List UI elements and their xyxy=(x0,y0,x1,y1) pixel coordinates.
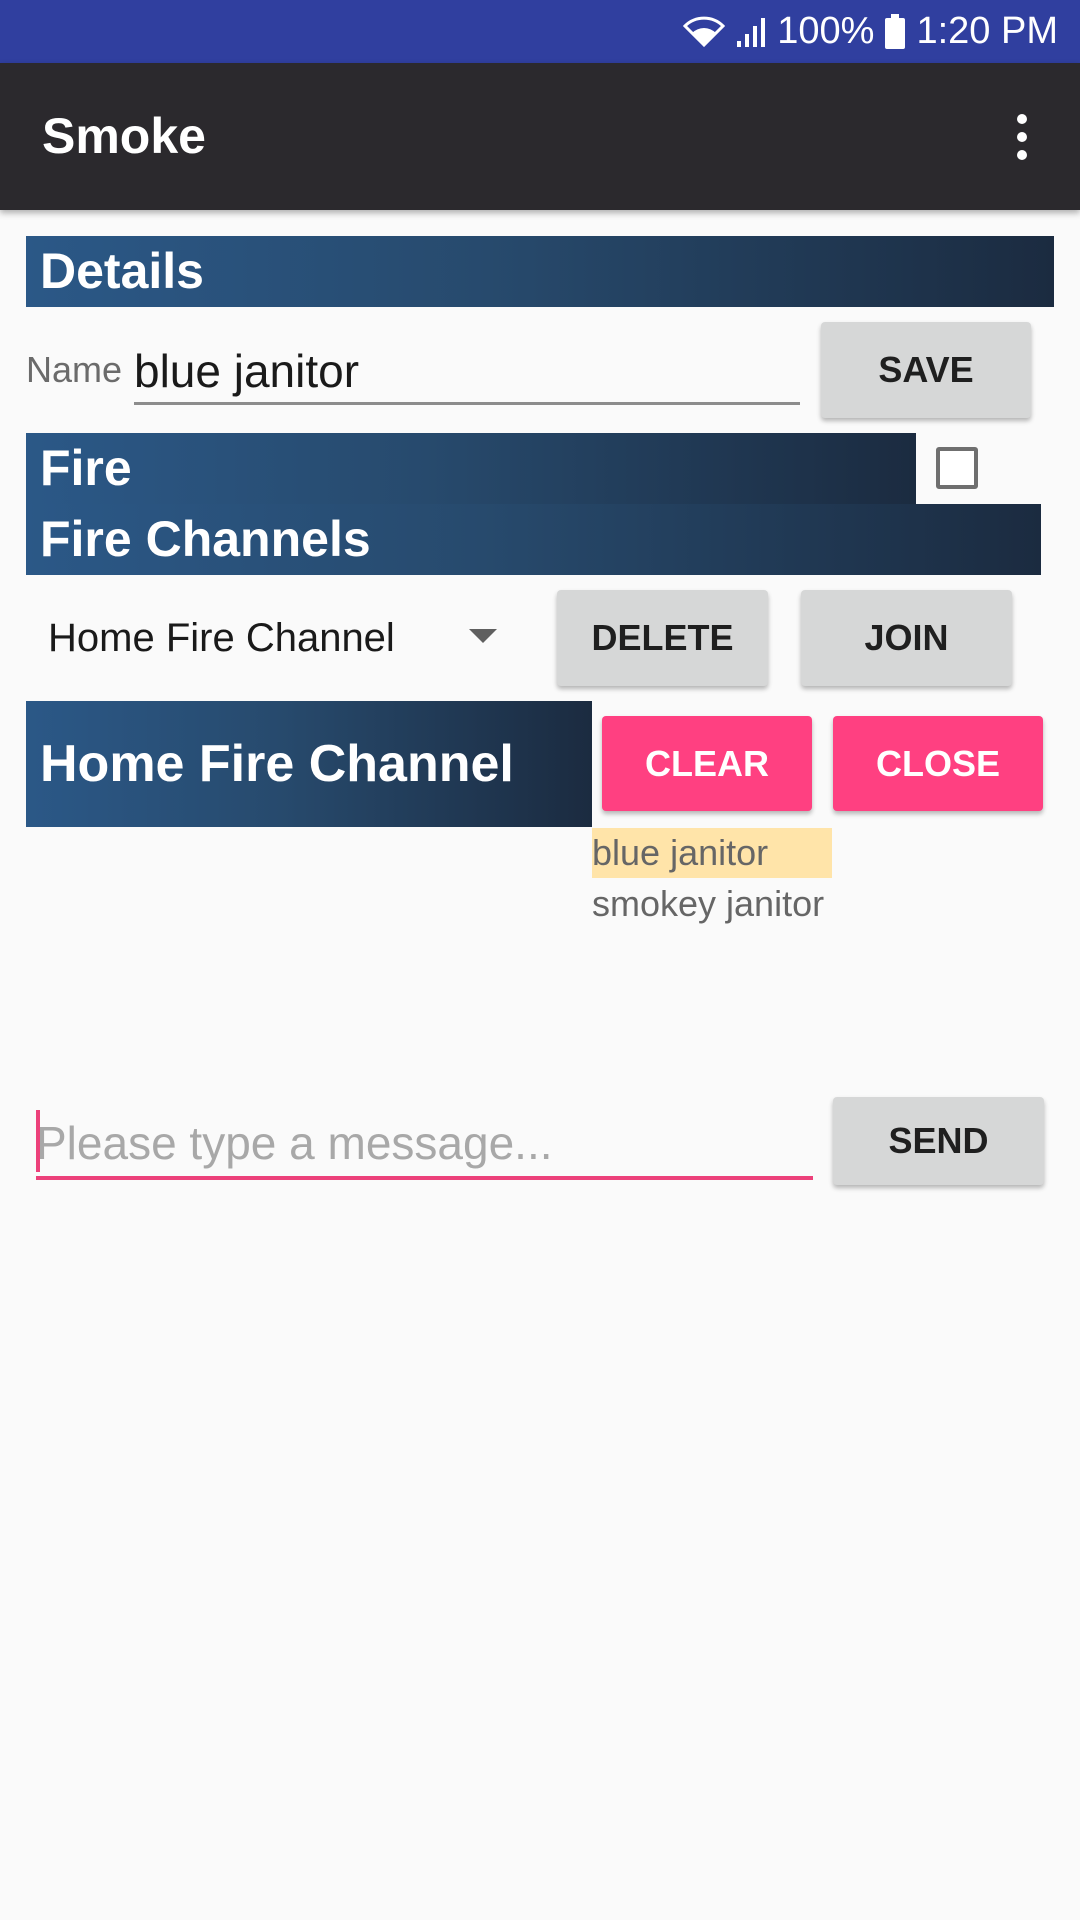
fire-channels-heading: Fire Channels xyxy=(26,504,1041,575)
dropdown-arrow-icon xyxy=(469,629,497,643)
spinner-selected-value: Home Fire Channel xyxy=(48,615,395,660)
delete-button[interactable]: DELETE xyxy=(557,590,768,686)
text-cursor xyxy=(36,1110,40,1172)
close-button[interactable]: CLOSE xyxy=(833,716,1043,811)
status-indicators: 100% 1:20 PM xyxy=(683,0,1058,63)
battery-percent: 100% xyxy=(777,10,875,52)
name-label: Name xyxy=(26,349,123,390)
channel-spinner[interactable]: Home Fire Channel xyxy=(26,590,516,686)
fire-checkbox[interactable] xyxy=(936,447,978,489)
details-heading: Details xyxy=(26,236,1054,307)
fire-heading: Fire xyxy=(26,433,916,504)
send-button[interactable]: SEND xyxy=(833,1097,1044,1185)
save-button[interactable]: SAVE xyxy=(821,322,1031,418)
channel-title: Home Fire Channel xyxy=(26,701,592,827)
app-title: Smoke xyxy=(42,108,206,164)
more-vert-icon[interactable] xyxy=(1002,112,1042,162)
join-button[interactable]: JOIN xyxy=(801,590,1012,686)
clear-button[interactable]: CLEAR xyxy=(602,716,812,811)
user-list-item[interactable]: blue janitor xyxy=(592,828,832,878)
user-list-item[interactable]: smokey janitor xyxy=(592,879,832,929)
wifi-icon xyxy=(683,15,726,49)
battery-icon xyxy=(884,13,906,50)
clock: 1:20 PM xyxy=(916,10,1058,52)
message-input[interactable] xyxy=(36,1110,813,1180)
name-field[interactable] xyxy=(134,340,800,405)
signal-icon xyxy=(735,15,767,49)
